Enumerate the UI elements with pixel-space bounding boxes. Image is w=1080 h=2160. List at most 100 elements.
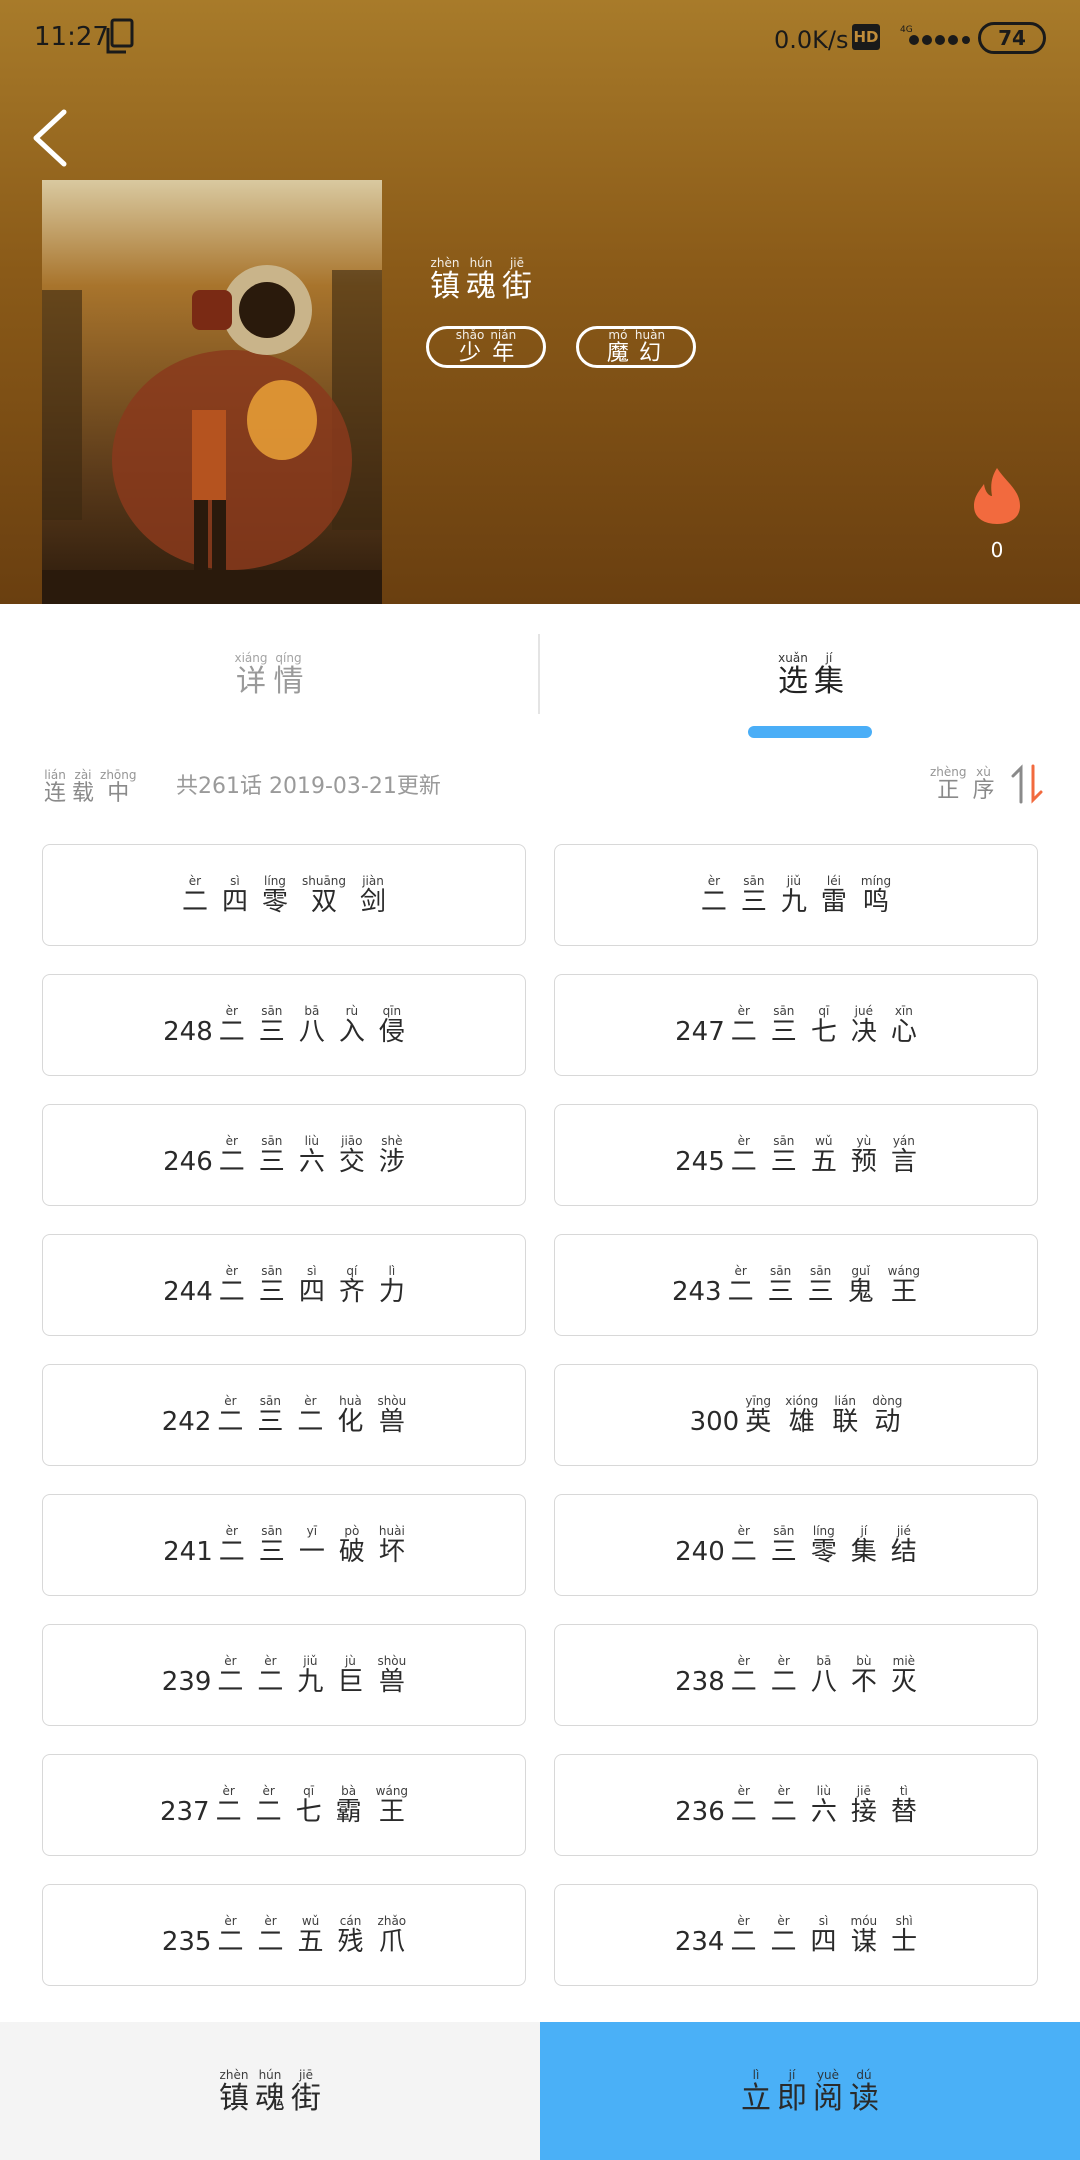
pinyin-annotation: líng (264, 873, 286, 888)
hanzi-character: 九 (780, 886, 807, 917)
pinyin-annotation: jí (788, 2067, 796, 2082)
pinyin-annotation: sān (259, 1393, 281, 1408)
episode-item[interactable]: èr 二 sì 四 líng 零 shuāng 双 jiàn 剑 (42, 844, 526, 946)
episode-item[interactable]: 240 èr 二 sān 三 líng 零 jí 集 jié 结 (554, 1494, 1038, 1596)
pinyin-annotation: míng (860, 873, 892, 888)
pinyin-annotation: lì (388, 1263, 396, 1278)
hanzi-character: 四 (810, 1926, 837, 1957)
hanzi-character: 集 (814, 663, 844, 699)
hanzi-character: 二 (700, 886, 727, 917)
pinyin-annotation: shòu (377, 1393, 407, 1408)
episode-item[interactable]: 241 èr 二 sān 三 yī 一 pò 破 huài 坏 (42, 1494, 526, 1596)
hanzi-character: 阅 (813, 2080, 843, 2116)
pinyin-annotation: sān (261, 1263, 283, 1278)
episode-item[interactable]: 243 èr 二 sān 三 sān 三 guǐ 鬼 wáng 王 (554, 1234, 1038, 1336)
episode-number: 245 (675, 1147, 725, 1177)
title-char: zhèn 镇 (430, 256, 460, 303)
pinyin-annotation: jiē (298, 2067, 314, 2082)
episode-title-char: sān 三 (259, 1004, 285, 1047)
episode-item[interactable]: 236 èr 二 èr 二 liù 六 jiē 接 tì 替 (554, 1754, 1038, 1856)
pinyin-annotation: sān (810, 1263, 832, 1278)
pinyin-annotation: èr (777, 1783, 790, 1798)
hanzi-character: 力 (378, 1276, 405, 1307)
pinyin-annotation: yán (892, 1133, 915, 1148)
sort-button[interactable]: zhèng 正 xù 序 (930, 764, 1045, 804)
pinyin-annotation: qīn (382, 1003, 402, 1018)
pinyin-annotation: dòng (872, 1393, 903, 1408)
pinyin-annotation: jiāo (341, 1133, 363, 1148)
hanzi-character: 一 (298, 1536, 325, 1567)
episode-title-char: èr 二 (297, 1394, 323, 1437)
pinyin-annotation: èr (264, 1913, 277, 1928)
pinyin-annotation: jiǔ (303, 1653, 318, 1668)
pinyin-annotation: shè (381, 1133, 403, 1148)
tab-details[interactable]: xiáng 详 qíng 情 (0, 604, 538, 744)
hanzi-character: 双 (311, 886, 338, 917)
episode-item[interactable]: 238 èr 二 èr 二 bā 八 bù 不 miè 灭 (554, 1624, 1038, 1726)
pinyin-annotation: jiǔ (786, 873, 802, 888)
pinyin-annotation: cán (339, 1913, 362, 1928)
hanzi-character: 二 (730, 1146, 757, 1177)
hanzi-character: 二 (730, 1926, 757, 1957)
episode-item[interactable]: 245 èr 二 sān 三 wǔ 五 yù 预 yán 言 (554, 1104, 1038, 1206)
hanzi-character: 接 (850, 1796, 877, 1827)
episode-item[interactable]: 244 èr 二 sān 三 sì 四 qí 齐 lì 力 (42, 1234, 526, 1336)
episode-item[interactable]: 247 èr 二 sān 三 qī 七 jué 决 xīn 心 (554, 974, 1038, 1076)
hanzi-character: 二 (218, 1146, 245, 1177)
episode-item[interactable]: 239 èr 二 èr 二 jiǔ 九 jù 巨 shòu 兽 (42, 1624, 526, 1726)
episode-item[interactable]: 248 èr 二 sān 三 bā 八 rù 入 qīn 侵 (42, 974, 526, 1076)
pinyin-annotation: yī (306, 1523, 318, 1538)
bottom-book-title[interactable]: zhèn 镇 hún 魂 jiē 街 (0, 2022, 540, 2160)
episode-title-char: yù 预 (851, 1134, 877, 1177)
hanzi-character: 联 (832, 1406, 859, 1437)
episode-number: 235 (161, 1927, 212, 1957)
episode-title-char: léi 雷 (821, 874, 847, 917)
hanzi-character: 中 (107, 781, 130, 806)
episode-item[interactable]: èr 二 sān 三 jiǔ 九 léi 雷 míng 鸣 (554, 844, 1038, 946)
pinyin-annotation: nián (490, 327, 517, 342)
episode-title-char: èr 二 (219, 1004, 245, 1047)
hot-indicator[interactable]: 0 (970, 466, 1024, 566)
title-char: jiē 街 (502, 256, 532, 303)
book-cover[interactable] (42, 180, 382, 604)
bottom-title-char: jiē 街 (291, 2068, 321, 2115)
episode-title-char: sān 三 (259, 1524, 285, 1567)
episode-item[interactable]: 246 èr 二 sān 三 liù 六 jiāo 交 shè 涉 (42, 1104, 526, 1206)
back-arrow-icon[interactable] (28, 106, 76, 170)
hanzi-character: 载 (72, 781, 95, 806)
hanzi-character: 四 (298, 1276, 325, 1307)
svg-text:4G: 4G (900, 25, 913, 35)
hanzi-character: 三 (258, 1146, 285, 1177)
episode-title-char: sān 三 (259, 1134, 285, 1177)
episode-title-char: rù 入 (339, 1004, 365, 1047)
episode-title-char: sān 三 (771, 1004, 797, 1047)
tag-fantasy[interactable]: mó 魔 huàn 幻 (576, 326, 696, 368)
pinyin-annotation: huài (378, 1523, 405, 1538)
genre-tags: shǎo 少 nián 年 mó 魔 huàn 幻 (426, 326, 696, 368)
episode-number: 234 (674, 1927, 725, 1957)
episode-item[interactable]: 235 èr 二 èr 二 wǔ 五 cán 残 zhǎo 爪 (42, 1884, 526, 1986)
episode-item[interactable]: 242 èr 二 sān 三 èr 二 huà 化 shòu 兽 (42, 1364, 526, 1466)
pinyin-annotation: bù (856, 1653, 872, 1668)
read-char: dú 读 (849, 2068, 879, 2115)
episode-title-char: èr 二 (731, 1654, 757, 1697)
episode-number: 248 (163, 1017, 213, 1047)
hanzi-character: 三 (740, 886, 767, 917)
episode-item[interactable]: 234 èr 二 èr 二 sì 四 móu 谋 shì 士 (554, 1884, 1038, 1986)
pinyin-annotation: zhèn (219, 2067, 249, 2082)
status-bar: 11:27 0.0K/s HD 4G 74 (0, 0, 1080, 80)
pinyin-annotation: wǔ (815, 1133, 833, 1148)
tab-bar: xiáng 详 qíng 情 xuǎn 选 jí 集 (0, 604, 1080, 744)
tag-youth[interactable]: shǎo 少 nián 年 (426, 326, 546, 368)
tab-episodes[interactable]: xuǎn 选 jí 集 (542, 604, 1080, 744)
read-now-button[interactable]: lì 立 jí 即 yuè 阅 dú 读 (540, 2022, 1080, 2160)
episode-item[interactable]: 237 èr 二 èr 二 qī 七 bà 霸 wáng 王 (42, 1754, 526, 1856)
hanzi-character: 预 (850, 1146, 877, 1177)
episode-title-char: jí 集 (851, 1524, 877, 1567)
hanzi-character: 巨 (337, 1666, 364, 1697)
episode-item[interactable]: 300 yīng 英 xióng 雄 lián 联 dòng 动 (554, 1364, 1038, 1466)
pinyin-annotation: zhǎo (377, 1913, 407, 1928)
episode-title-char: líng 零 (811, 1524, 837, 1567)
hanzi-character: 二 (215, 1796, 242, 1827)
tag-char: mó 魔 (607, 328, 629, 366)
